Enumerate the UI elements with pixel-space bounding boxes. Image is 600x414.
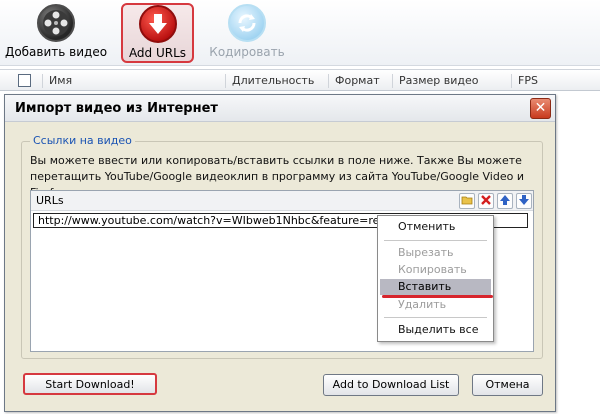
close-button[interactable]: ✕ — [530, 98, 551, 119]
folder-icon[interactable] — [459, 193, 475, 209]
urls-header: URLs — [31, 191, 533, 211]
menu-item-copy: Копировать — [398, 263, 467, 276]
menu-separator — [384, 240, 487, 241]
column-fps[interactable]: FPS — [511, 74, 571, 88]
start-download-button[interactable]: Start Download! — [23, 373, 157, 395]
encode-button[interactable]: Кодировать — [209, 4, 285, 62]
download-arrow-icon — [138, 5, 177, 43]
add-urls-label: Add URLs — [128, 46, 187, 60]
menu-item-delete: Удалить — [398, 298, 447, 311]
file-list-header: Имя Длительность Формат Размер видео FPS — [0, 69, 600, 91]
menu-separator — [384, 317, 487, 318]
column-name[interactable]: Имя — [42, 74, 217, 88]
move-up-icon[interactable] — [497, 193, 513, 209]
column-duration[interactable]: Длительность — [225, 74, 325, 88]
column-format[interactable]: Формат — [328, 74, 388, 88]
dialog-title: Импорт видео из Интернет — [5, 95, 555, 122]
menu-item-cut: Вырезать — [398, 246, 454, 259]
film-reel-icon — [37, 4, 75, 42]
close-icon: ✕ — [534, 100, 547, 116]
cancel-button[interactable]: Отмена — [472, 374, 543, 396]
move-down-icon[interactable] — [516, 193, 532, 209]
column-video-size[interactable]: Размер видео — [392, 74, 492, 88]
encode-icon — [228, 4, 266, 42]
urls-label: URLs — [36, 194, 64, 207]
group-title: Ссылки на видео — [30, 134, 135, 147]
add-urls-button[interactable]: Add URLs — [121, 3, 194, 63]
select-all-checkbox[interactable] — [18, 74, 31, 87]
context-menu: Отменить Вырезать Копировать Вставить Уд… — [377, 215, 494, 342]
add-video-label: Добавить видео — [4, 45, 108, 59]
menu-item-select-all[interactable]: Выделить все — [380, 322, 491, 338]
main-toolbar: Добавить видео Add URLs Кодировать — [0, 0, 600, 66]
delete-icon[interactable] — [478, 193, 494, 209]
add-to-download-list-button[interactable]: Add to Download List — [323, 374, 459, 396]
menu-item-undo[interactable]: Отменить — [380, 219, 491, 235]
encode-label: Кодировать — [209, 45, 285, 59]
menu-item-paste[interactable]: Вставить — [380, 279, 491, 295]
add-video-button[interactable]: Добавить видео — [4, 4, 108, 62]
